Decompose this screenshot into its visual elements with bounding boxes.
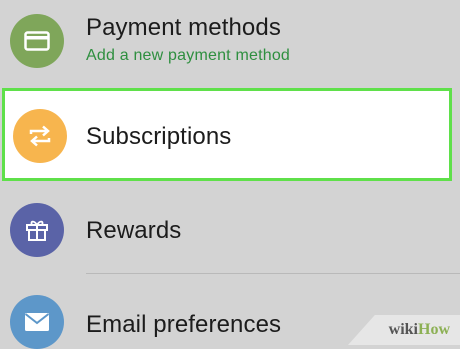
gift-icon — [10, 203, 64, 257]
watermark-how: How — [418, 321, 450, 338]
watermark-wiki: wiki — [388, 321, 418, 338]
wikihow-watermark: wikiHow — [389, 321, 450, 339]
payment-methods-subtitle: Add a new payment method — [86, 47, 291, 64]
menu-item-subscriptions[interactable]: Subscriptions — [2, 88, 452, 181]
payment-methods-title: Payment methods — [86, 14, 281, 41]
divider — [86, 273, 460, 274]
menu-item-payment-methods[interactable]: Payment methods Add a new payment method — [0, 0, 460, 84]
credit-card-icon — [10, 14, 64, 68]
email-preferences-title: Email preferences — [86, 311, 282, 338]
envelope-icon — [10, 295, 64, 349]
menu-item-rewards[interactable]: Rewards — [0, 190, 460, 268]
repeat-arrows-icon — [13, 109, 67, 163]
rewards-title: Rewards — [86, 217, 182, 244]
subscriptions-title: Subscriptions — [86, 123, 232, 150]
